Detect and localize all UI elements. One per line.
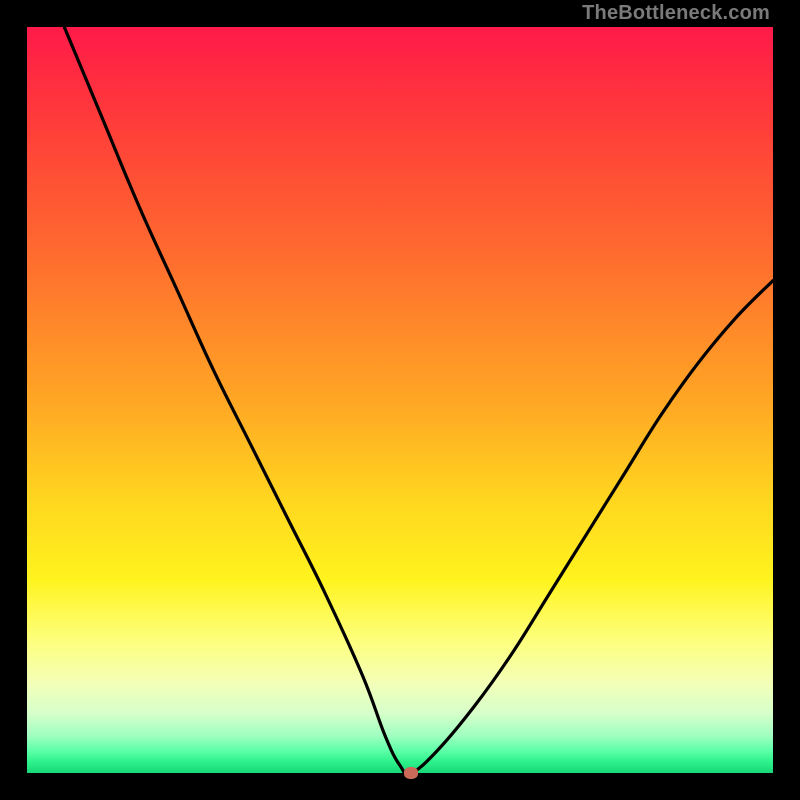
watermark-text: TheBottleneck.com: [582, 2, 770, 25]
optimal-marker: [404, 767, 418, 779]
plot-area: [27, 27, 773, 773]
bottleneck-curve: [27, 27, 773, 773]
